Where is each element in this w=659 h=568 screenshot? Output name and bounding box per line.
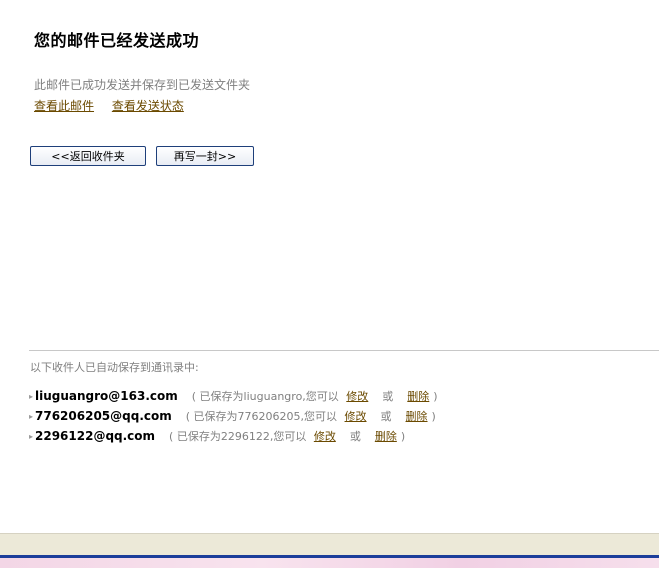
or-text: 或 <box>349 430 361 443</box>
section-divider <box>29 350 659 351</box>
mail-links: 查看此邮件 查看发送状态 <box>34 97 184 114</box>
close-paren: ) <box>431 410 436 423</box>
contact-saved-text: ( 已保存为2296122,您可以 <box>169 430 307 443</box>
desktop-background <box>0 558 659 568</box>
close-paren: ) <box>400 430 406 443</box>
browser-status-bar <box>0 533 659 555</box>
view-status-link[interactable]: 查看发送状态 <box>112 99 184 113</box>
contact-row: ▸ 2296122@qq.com( 已保存为2296122,您可以 修改或删除) <box>29 427 438 447</box>
contact-saved-text: ( 已保存为776206205,您可以 <box>185 410 338 423</box>
or-text: 或 <box>380 410 392 423</box>
delete-contact-link[interactable]: 删除 <box>406 410 428 423</box>
sent-description: 此邮件已成功发送并保存到已发送文件夹 <box>34 78 251 92</box>
saved-contacts-list: ▸ liuguangro@163.com( 已保存为liuguangro,您可以 … <box>29 387 438 447</box>
contact-email: liuguangro@163.com <box>35 389 178 403</box>
back-to-inbox-button[interactable]: <<返回收件夹 <box>30 146 146 166</box>
edit-contact-link[interactable]: 修改 <box>345 410 367 423</box>
edit-contact-link[interactable]: 修改 <box>314 430 336 443</box>
contact-row: ▸ liuguangro@163.com( 已保存为liuguangro,您可以 … <box>29 387 438 407</box>
contact-email: 776206205@qq.com <box>35 409 172 423</box>
delete-contact-link[interactable]: 删除 <box>407 390 429 403</box>
contact-email: 2296122@qq.com <box>35 429 156 443</box>
mail-sent-page: 您的邮件已经发送成功 此邮件已成功发送并保存到已发送文件夹 查看此邮件 查看发送… <box>0 0 659 568</box>
contact-row: ▸ 776206205@qq.com( 已保存为776206205,您可以 修改或… <box>29 407 438 427</box>
write-another-button[interactable]: 再写一封>> <box>156 146 254 166</box>
contact-saved-text: ( 已保存为liuguangro,您可以 <box>191 390 339 403</box>
view-mail-link[interactable]: 查看此邮件 <box>34 99 94 113</box>
contacts-saved-note: 以下收件人已自动保存到通讯录中: <box>30 361 199 374</box>
close-paren: ) <box>433 390 438 403</box>
or-text: 或 <box>382 390 394 403</box>
page-title: 您的邮件已经发送成功 <box>34 31 200 50</box>
delete-contact-link[interactable]: 删除 <box>375 430 397 443</box>
edit-contact-link[interactable]: 修改 <box>346 390 368 403</box>
